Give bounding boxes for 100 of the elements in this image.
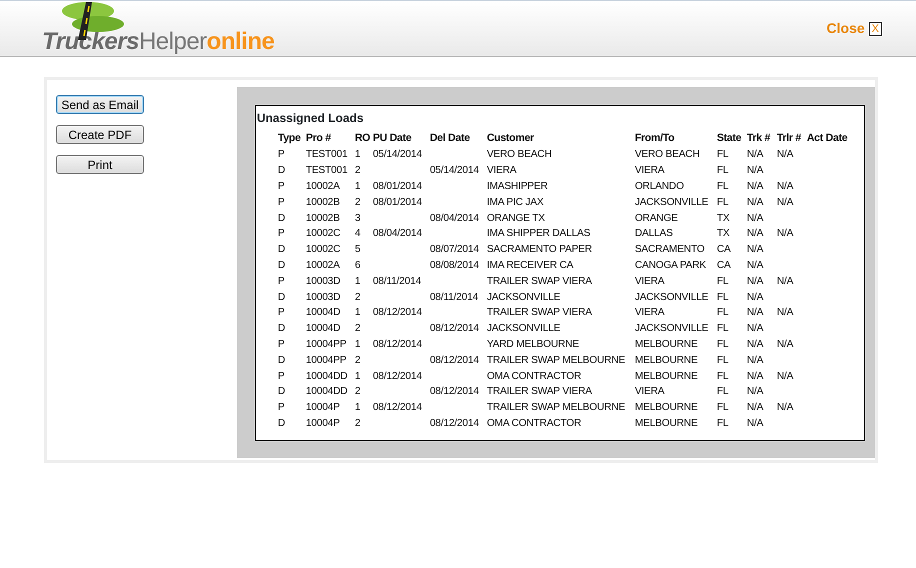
table-cell: ORANGE [634,212,678,225]
table-cell: 2 [354,354,360,367]
table-cell: ORANGE TX [486,212,545,225]
column-header: Pro # [306,131,332,146]
table-cell: OMA CONTRACTOR [486,416,582,430]
table-cell: 1 [354,338,360,351]
table-cell: CANOGA PARK [634,258,706,272]
table-cell: 08/08/2014 [430,258,479,272]
table-cell: 10003D [306,274,340,288]
table-cell: 08/04/2014 [372,227,422,240]
table-cell: 1 [354,180,360,193]
table-cell: 10004PP [306,338,346,351]
table-cell: JACKSONVILLE [634,322,708,336]
table-cell: 10004D [306,322,340,336]
table-cell: 08/01/2014 [372,180,422,193]
table-cell: 10002A [306,258,340,272]
table-cell: IMASHIPPER [486,180,548,193]
table-cell: VIERA [634,306,664,320]
table-cell: N/A [746,227,764,240]
table-cell: N/A [776,180,794,193]
table-cell: N/A [746,354,764,367]
table-cell: 10004DD [306,370,348,383]
table-cell: 08/12/2014 [372,401,422,414]
table-cell: D [278,322,285,336]
table-cell: TEST001 [306,148,348,162]
table-cell: TRAILER SWAP MELBOURNE [486,401,626,414]
table-cell: TRAILER SWAP VIERA [486,274,592,288]
table-cell: FL [716,164,728,178]
table-cell: 08/04/2014 [430,212,479,225]
table-cell: N/A [776,338,794,351]
table-cell: TEST001 [306,164,348,178]
table-cell: 1 [354,401,360,414]
table-cell: 08/12/2014 [372,338,422,351]
action-button[interactable]: Print [56,155,144,174]
column-header: Type [278,131,302,146]
table-cell: FL [716,306,728,320]
table-cell: N/A [746,338,764,351]
table-cell: 4 [354,227,360,240]
column-header: Trlr # [776,130,807,147]
table-cell: 10003D [306,290,340,304]
table-cell: 08/11/2014 [372,274,422,288]
table-cell: N/A [746,370,764,383]
table-cell: FL [716,370,728,383]
column-header: State [716,130,747,147]
action-button[interactable]: Send as Email [56,95,144,114]
table-cell: N/A [746,148,764,162]
table-cell: P [278,227,284,240]
table-cell: P [278,401,284,414]
table-cell: JACKSONVILLE [634,196,708,209]
table-cell: 10004P [306,416,340,430]
table-cell: FL [716,322,728,336]
table-cell: 1 [354,306,360,320]
table-cell: 10004D [306,306,340,320]
table-cell: D [278,243,285,256]
table-cell: 2 [354,416,360,430]
table-cell: 10004DD [306,385,348,398]
table-cell: 2 [354,164,360,178]
table-cell: FL [716,385,728,398]
table-cell: MELBOURNE [634,401,698,414]
report-title: Unassigned Loads [256,111,364,125]
table-cell: JACKSONVILLE [486,290,560,304]
table-cell: VERO BEACH [486,148,552,162]
table-cell: P [278,274,284,288]
table-cell: P [278,180,284,193]
table-cell: N/A [776,401,794,414]
table-cell: D [278,416,285,430]
table-cell: OMA CONTRACTOR [486,370,582,383]
table-cell: 05/14/2014 [372,148,422,162]
table-cell: CA [716,258,731,272]
logo-wordmark: TruckersHelperonline [42,30,274,54]
table-cell: DALLAS [634,227,673,240]
table-cell: 10002C [306,227,340,240]
table-cell: FL [716,274,728,288]
table-cell: VIERA [634,385,664,398]
table-cell: IMA PIC JAX [486,196,544,209]
table-cell: 08/07/2014 [430,243,479,256]
column-header: From/To [634,130,717,147]
table-cell: D [278,258,285,272]
table-cell: 08/12/2014 [372,306,422,320]
table-cell: FL [716,148,728,162]
table-cell: TRAILER SWAP VIERA [486,385,592,398]
table-cell: D [278,385,285,398]
action-button[interactable]: Create PDF [56,125,144,144]
table-cell: IMA SHIPPER DALLAS [486,227,590,240]
table-cell: D [278,212,285,225]
table-cell: N/A [746,274,764,288]
table-cell: JACKSONVILLE [486,322,560,336]
table-cell: 6 [354,258,360,272]
table-cell: 1 [354,274,360,288]
column-header: Customer [486,131,535,146]
table-cell: VIERA [634,274,664,288]
table-cell: 08/12/2014 [430,416,479,430]
table-cell: 2 [354,196,360,209]
table-cell: FL [716,290,728,304]
table-cell: 08/12/2014 [430,354,479,367]
table-cell: FL [716,180,728,193]
table-cell: 3 [354,212,360,225]
table-cell: JACKSONVILLE [634,290,708,304]
table-cell: P [278,370,284,383]
table-cell: D [278,354,285,367]
